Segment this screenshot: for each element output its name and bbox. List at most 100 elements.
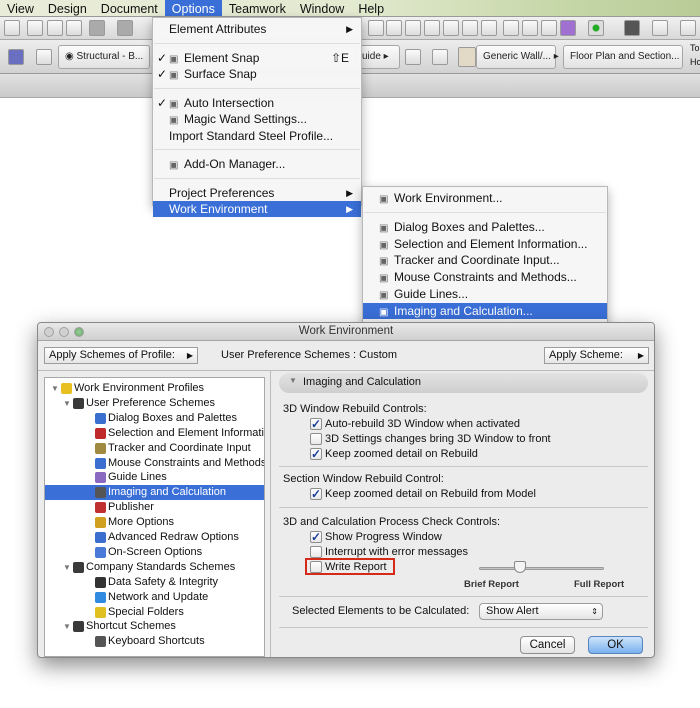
menu-item-magic-wand-settings[interactable]: ▣ Magic Wand Settings... <box>153 111 361 127</box>
arc-icon[interactable] <box>443 20 459 36</box>
apply-profile-button[interactable]: Apply Schemes of Profile: ▶ <box>44 347 198 364</box>
show-progress-checkbox[interactable]: ✓ <box>310 531 322 543</box>
menu-item-label: Element Attributes <box>169 22 267 36</box>
tree-item-on-screen-options[interactable]: On-Screen Options <box>45 545 264 560</box>
eyedropper-icon[interactable] <box>47 20 63 36</box>
tree-item-keyboard-shortcuts[interactable]: Keyboard Shortcuts <box>45 634 264 649</box>
layer-icon[interactable] <box>541 20 557 36</box>
tree-item-user-preference-schemes[interactable]: ▼ User Preference Schemes <box>45 396 264 411</box>
3d-icon[interactable] <box>560 20 576 36</box>
ok-button[interactable]: OK <box>588 636 643 654</box>
pen-icon[interactable] <box>522 20 538 36</box>
tree-item-imaging-and-calculation[interactable]: Imaging and Calculation <box>45 485 264 501</box>
menu-document[interactable]: Document <box>94 0 165 16</box>
panel-header[interactable]: ▼ Imaging and Calculation <box>279 373 648 393</box>
splitter[interactable] <box>270 371 271 657</box>
tree-item-advanced-redraw-options[interactable]: Advanced Redraw Options <box>45 530 264 545</box>
group-icon[interactable] <box>503 20 519 36</box>
tree-item-tracker-and-coordinate-input[interactable]: Tracker and Coordinate Input <box>45 441 264 456</box>
menu-item-project-preferences[interactable]: Project Preferences ▶ <box>153 185 361 201</box>
wall-icon[interactable] <box>432 49 448 65</box>
menu-item-label: Guide Lines... <box>394 287 469 301</box>
tree-item-network-and-update[interactable]: Network and Update <box>45 590 264 605</box>
menu-design[interactable]: Design <box>41 0 94 16</box>
apply-scheme-button[interactable]: Apply Scheme: ▶ <box>544 347 649 364</box>
report-slider-track[interactable] <box>479 567 604 570</box>
zoom-icon[interactable] <box>27 20 43 36</box>
layout-icon[interactable] <box>680 20 696 36</box>
tree-item-data-safety-integrity[interactable]: Data Safety & Integrity <box>45 575 264 590</box>
tree-item-work-environment-profiles[interactable]: ▼ Work Environment Profiles <box>45 381 264 396</box>
disclosure-triangle-icon[interactable]: ▼ <box>63 396 71 411</box>
tree-item-more-options[interactable]: More Options <box>45 515 264 530</box>
tree-item-dialog-boxes-and-palettes[interactable]: Dialog Boxes and Palettes <box>45 411 264 426</box>
tracker-and-coordinate-input-icon <box>95 442 106 454</box>
roof-icon[interactable] <box>481 20 497 36</box>
syringe-icon[interactable] <box>66 20 82 36</box>
redo-icon[interactable] <box>4 20 20 36</box>
view-icon[interactable] <box>652 20 668 36</box>
tree-item-company-standards-schemes[interactable]: ▼ Company Standards Schemes <box>45 560 264 575</box>
menu-item-element-snap[interactable]: ✓ ▣ Element Snap ⇧E <box>153 50 361 66</box>
keep-zoomed-checkbox[interactable]: ✓ <box>310 448 322 460</box>
menu-item-element-attributes[interactable]: Element Attributes ▶ <box>153 21 361 37</box>
menu-item-guide-lines[interactable]: ▣ Guide Lines... <box>363 286 607 302</box>
mouse-constraints-and-methods-icon <box>95 457 106 469</box>
tree-item-guide-lines[interactable]: Guide Lines <box>45 470 264 485</box>
offset-icon[interactable] <box>462 20 478 36</box>
menu-help[interactable]: Help <box>351 0 391 16</box>
snap-icon[interactable] <box>89 20 105 36</box>
zoom-button[interactable] <box>74 327 84 337</box>
report-slider-thumb[interactable] <box>514 561 527 573</box>
reference-icon[interactable] <box>405 49 421 65</box>
tree-item-special-folders[interactable]: Special Folders <box>45 605 264 620</box>
menu-item-imaging-and-calculation[interactable]: ▣ Imaging and Calculation... <box>363 302 607 319</box>
bring-front-checkbox[interactable] <box>310 433 322 445</box>
snap-guide-icon[interactable] <box>117 20 133 36</box>
menu-window[interactable]: Window <box>293 0 351 16</box>
floorplan-dropdown[interactable]: Floor Plan and Section... <box>563 45 683 69</box>
menu-item-dialog-boxes-and-palettes[interactable]: ▣ Dialog Boxes and Palettes... <box>363 219 607 235</box>
menu-teamwork[interactable]: Teamwork <box>222 0 293 16</box>
cancel-button[interactable]: Cancel <box>520 636 575 654</box>
write-report-checkbox[interactable] <box>310 561 322 573</box>
disclosure-triangle-icon[interactable]: ▼ <box>63 619 71 634</box>
scissors-icon[interactable] <box>368 20 384 36</box>
menu-item-import-standard-steel-profile[interactable]: Import Standard Steel Profile... <box>153 128 361 144</box>
menu-item-mouse-constraints-and-methods[interactable]: ▣ Mouse Constraints and Methods... <box>363 269 607 285</box>
wall-type-dropdown[interactable]: Generic Wall/... ▸ <box>476 45 559 69</box>
menu-options[interactable]: Options <box>164 0 222 16</box>
disclosure-triangle-icon[interactable]: ▼ <box>51 381 59 396</box>
menu-item-work-environment[interactable]: ▣ Work Environment... <box>363 190 607 206</box>
minimize-button[interactable] <box>59 327 69 337</box>
menu-item-tracker-and-coordinate-input[interactable]: ▣ Tracker and Coordinate Input... <box>363 252 607 268</box>
tree-item-publisher[interactable]: Publisher <box>45 500 264 515</box>
title-bar[interactable]: Work Environment <box>38 323 654 341</box>
hatch-icon[interactable] <box>36 49 52 65</box>
elevate-icon[interactable] <box>405 20 421 36</box>
interrupt-checkbox[interactable] <box>310 546 322 558</box>
disclosure-triangle-icon[interactable]: ▼ <box>63 560 71 575</box>
layer-stack-icon[interactable] <box>8 49 24 65</box>
truncated-label: Ho <box>690 57 700 67</box>
flag-icon[interactable] <box>386 20 402 36</box>
menu-view[interactable]: View <box>0 0 41 16</box>
close-button[interactable] <box>44 327 54 337</box>
tree-item-selection-and-element-informatio[interactable]: Selection and Element Informatio <box>45 426 264 441</box>
tree-item-mouse-constraints-and-methods[interactable]: Mouse Constraints and Methods <box>45 456 264 471</box>
menu-item-surface-snap[interactable]: ✓ ▣ Surface Snap <box>153 66 361 82</box>
corner-icon[interactable] <box>424 20 440 36</box>
menu-item-auto-intersection[interactable]: ✓ ▣ Auto Intersection <box>153 95 361 111</box>
auto-rebuild-checkbox[interactable]: ✓ <box>310 418 322 430</box>
calc-select[interactable]: Show Alert ⇕ <box>479 603 603 620</box>
menu-item-work-environment[interactable]: Work Environment ▶ <box>153 201 361 217</box>
record-icon[interactable] <box>588 20 604 36</box>
menu-item-selection-and-element-information[interactable]: ▣ Selection and Element Information... <box>363 236 607 252</box>
publisher-icon <box>95 502 106 514</box>
keep-zoomed-model-checkbox[interactable]: ✓ <box>310 488 322 500</box>
structural-dropdown[interactable]: ◉ Structural - B... <box>58 45 150 69</box>
wall-swatch[interactable] <box>458 47 476 67</box>
tree-item-shortcut-schemes[interactable]: ▼ Shortcut Schemes <box>45 619 264 634</box>
menu-item-add-on-manager[interactable]: ▣ Add-On Manager... <box>153 156 361 172</box>
window-icon[interactable] <box>624 20 640 36</box>
